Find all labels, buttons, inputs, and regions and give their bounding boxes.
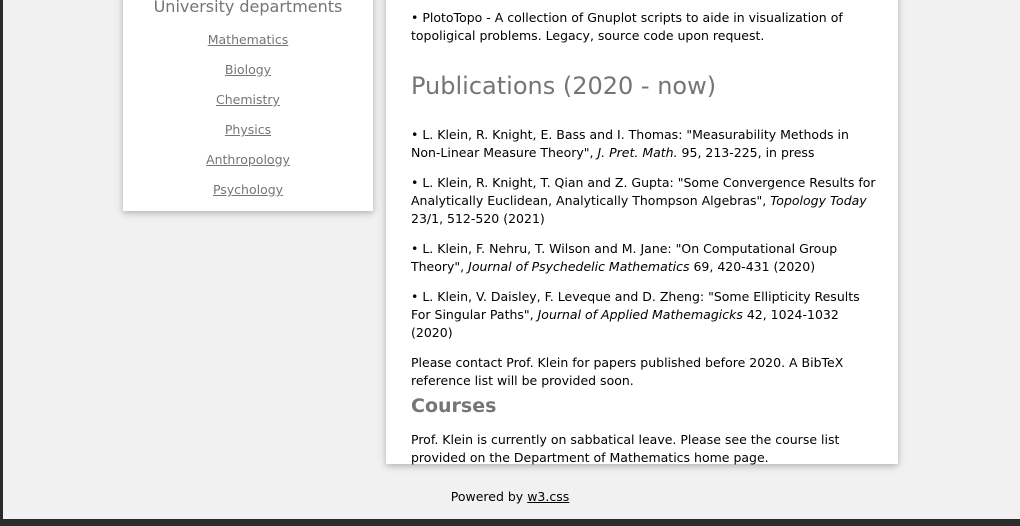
department-item: Biology xyxy=(123,60,373,90)
courses-heading: Courses xyxy=(411,395,497,417)
window-frame-left xyxy=(0,0,3,526)
department-item: Chemistry xyxy=(123,90,373,120)
contact-note: Please contact Prof. Klein for papers pu… xyxy=(411,355,844,388)
publication-item: • L. Klein, F. Nehru, T. Wilson and M. J… xyxy=(411,240,881,276)
courses-text: Prof. Klein is currently on sabbatical l… xyxy=(411,432,840,465)
department-item: Anthropology xyxy=(123,150,373,180)
publication-journal: Topology Today xyxy=(770,193,867,208)
department-item: Psychology xyxy=(123,180,373,210)
department-item: Mathematics xyxy=(123,30,373,60)
department-link-anthropology[interactable]: Anthropology xyxy=(206,152,290,167)
main-content: • PlotoTopo - A collection of Gnuplot sc… xyxy=(411,9,881,467)
footer-powered-by: Powered by xyxy=(450,489,528,504)
publication-details: 95, 213-225, in press xyxy=(677,145,815,160)
publication-item: • L. Klein, R. Knight, T. Qian and Z. Gu… xyxy=(411,174,881,228)
publication-item: • L. Klein, R. Knight, E. Bass and I. Th… xyxy=(411,126,881,162)
departments-list: Mathematics Biology Chemistry Physics An… xyxy=(123,30,373,210)
departments-card: University departments Mathematics Biolo… xyxy=(123,0,373,211)
publication-journal: J. Pret. Math. xyxy=(597,145,678,160)
footer-w3css-link[interactable]: w3.css xyxy=(527,489,569,504)
department-item: Physics xyxy=(123,120,373,150)
window-frame-bottom xyxy=(0,519,1020,526)
publications-heading: Publications (2020 - now) xyxy=(411,72,717,100)
department-link-mathematics[interactable]: Mathematics xyxy=(208,32,289,47)
publication-journal: Journal of Applied Mathemagicks xyxy=(537,307,743,322)
publication-journal: Journal of Psychedelic Mathematics xyxy=(468,259,690,274)
footer: Powered by w3.css xyxy=(0,488,1020,506)
main-content-card: • PlotoTopo - A collection of Gnuplot sc… xyxy=(386,0,898,467)
publication-item: • L. Klein, V. Daisley, F. Leveque and D… xyxy=(411,288,881,342)
department-link-physics[interactable]: Physics xyxy=(225,122,271,137)
publication-details: 23/1, 512-520 (2021) xyxy=(411,211,545,226)
departments-title: University departments xyxy=(153,0,343,16)
publication-details: 69, 420-431 (2020) xyxy=(689,259,816,274)
department-link-chemistry[interactable]: Chemistry xyxy=(216,92,280,107)
department-link-psychology[interactable]: Psychology xyxy=(213,182,283,197)
department-link-biology[interactable]: Biology xyxy=(225,62,271,77)
software-item: • PlotoTopo - A collection of Gnuplot sc… xyxy=(411,10,843,43)
